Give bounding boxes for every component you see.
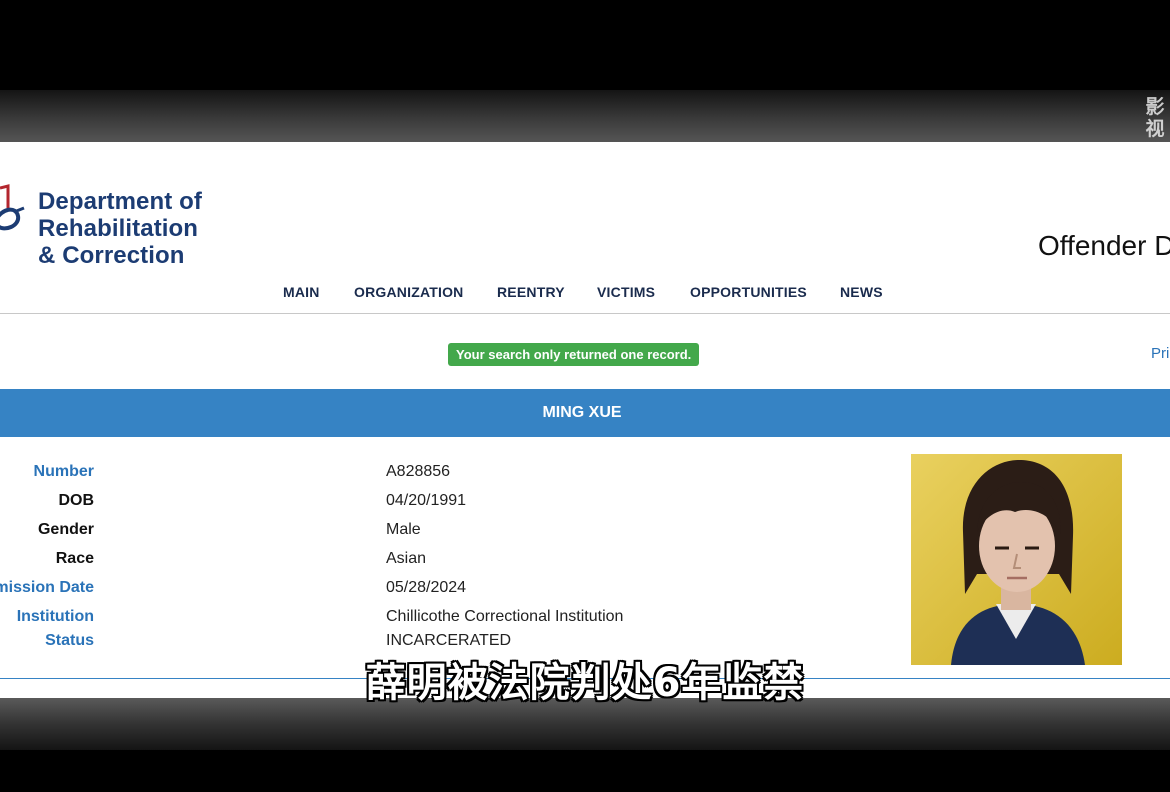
- institution-value: Chillicothe Correctional Institution: [386, 608, 624, 625]
- race-label: Race: [55, 550, 94, 567]
- nav-item-news[interactable]: NEWS: [840, 284, 883, 300]
- logo-line: & Correction: [38, 242, 185, 269]
- search-result-notice: Your search only returned one record.: [448, 343, 700, 366]
- offender-name: MING XUE: [542, 404, 622, 421]
- institution-label[interactable]: Institution: [17, 608, 94, 626]
- letterbox-top: [0, 0, 1170, 90]
- dob-value: 04/20/1991: [386, 492, 467, 509]
- ohio-logo-icon: [0, 184, 25, 231]
- watermark-char: 视: [1145, 118, 1165, 140]
- letterbox-top-fade: [0, 90, 1170, 142]
- nav-item-organization[interactable]: ORGANIZATION: [354, 284, 463, 300]
- video-subtitle: 薛明被法院判处6年监禁: [365, 660, 805, 706]
- nav-divider: [0, 313, 1170, 314]
- page-title: Offender D: [1038, 230, 1170, 261]
- detail-row-dob: DOB 04/20/1991: [0, 492, 900, 514]
- gender-label: Gender: [37, 521, 94, 538]
- mugshot-image: [911, 454, 1122, 665]
- gender-value: Male: [386, 521, 421, 538]
- detail-row-race: Race Asian: [0, 550, 900, 572]
- admission-date-label[interactable]: Admission Date: [0, 579, 94, 597]
- logo-line: Department of: [38, 188, 202, 215]
- nav-item-reentry[interactable]: REENTRY: [497, 284, 565, 300]
- detail-row-institution: Institution Chillicothe Correctional Ins…: [0, 608, 900, 630]
- letterbox-bottom: [0, 750, 1170, 792]
- watermark-char: 影: [1145, 96, 1165, 118]
- number-label[interactable]: Number: [34, 463, 94, 481]
- race-value: Asian: [386, 550, 427, 567]
- detail-row-admission-date: Admission Date 05/28/2024: [0, 579, 900, 601]
- number-value: A828856: [386, 463, 451, 480]
- admission-date-value: 05/28/2024: [386, 579, 467, 596]
- offender-photo: [911, 454, 1122, 665]
- channel-watermark: 影 视: [1140, 96, 1170, 140]
- dob-label: DOB: [58, 492, 94, 509]
- main-nav: MAIN ORGANIZATION REENTRY VICTIMS OPPORT…: [0, 284, 1170, 314]
- detail-row-number: Number A828856: [0, 463, 900, 485]
- nav-item-opportunities[interactable]: OPPORTUNITIES: [690, 284, 807, 300]
- department-logo-text[interactable]: Department of Rehabilitation & Correctio…: [38, 188, 202, 269]
- video-frame: 影 视 Department of Rehabilitation & Corre…: [0, 0, 1170, 792]
- nav-item-victims[interactable]: VICTIMS: [597, 284, 655, 300]
- logo-line: Rehabilitation: [38, 215, 199, 242]
- print-link[interactable]: Pri: [1151, 345, 1169, 362]
- status-value: INCARCERATED: [386, 632, 512, 649]
- nav-item-main[interactable]: MAIN: [283, 284, 320, 300]
- offender-name-banner: MING XUE: [0, 389, 1170, 437]
- offender-search-page: Department of Rehabilitation & Correctio…: [0, 142, 1170, 698]
- detail-row-gender: Gender Male: [0, 521, 900, 543]
- status-label[interactable]: Status: [45, 632, 94, 650]
